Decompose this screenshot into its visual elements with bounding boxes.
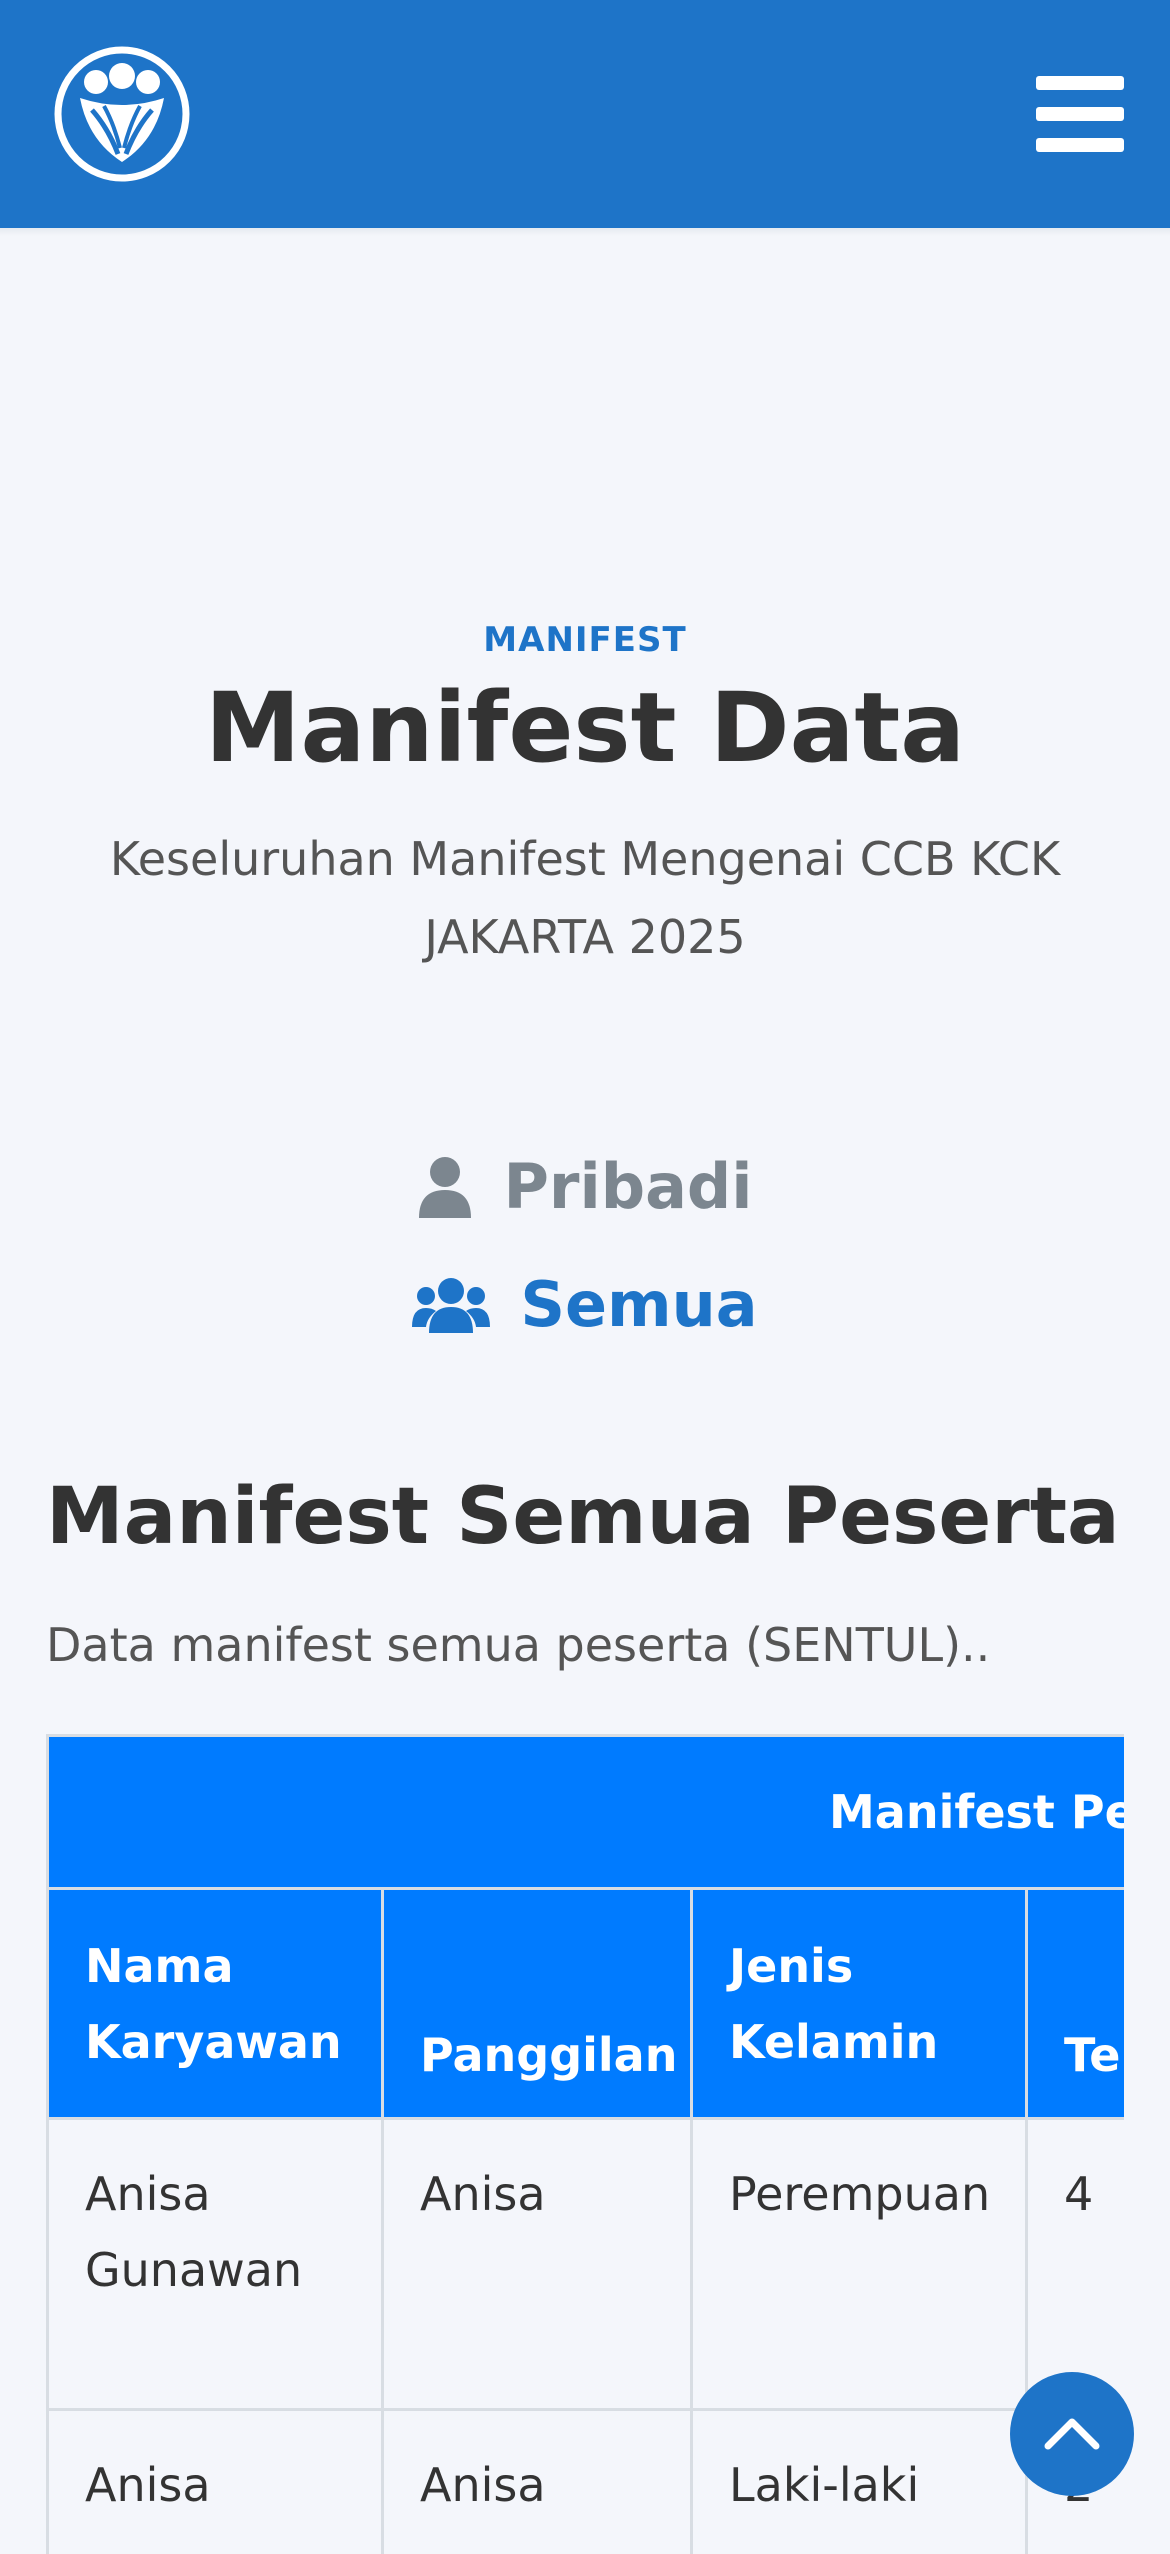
toggle-semua[interactable]: Semua — [0, 1268, 1170, 1341]
table-header-row: Nama Karyawan Panggilan Jenis Kelamin Te — [48, 1889, 1125, 2119]
table-caption: Manifest Pes — [48, 1736, 1125, 1889]
users-icon — [412, 1277, 490, 1333]
table-cell: Laki-laki — [692, 2410, 1027, 2554]
table-cell: Anisa — [383, 2410, 692, 2554]
table-row: Anisa Anisa Laki-laki 2 — [48, 2410, 1125, 2554]
column-header: Nama Karyawan — [48, 1889, 383, 2119]
manifest-table: Manifest Pes Nama Karyawan Panggilan Jen… — [46, 1734, 1124, 2554]
column-header: Te — [1027, 1889, 1125, 2119]
toggle-pribadi[interactable]: Pribadi — [0, 1150, 1170, 1223]
table-caption-row: Manifest Pes — [48, 1736, 1125, 1889]
hamburger-line — [1036, 76, 1124, 90]
table-cell: Anisa Gunawan — [48, 2119, 383, 2410]
page-subtitle: Keseluruhan Manifest Mengenai CCB KCK JA… — [100, 820, 1070, 976]
hamburger-menu-icon[interactable] — [1036, 76, 1124, 152]
column-header: Panggilan — [383, 1889, 692, 2119]
section-heading: Manifest Semua Peserta — [46, 1472, 1120, 1562]
table-row: Anisa Gunawan Anisa Perempuan 4 — [48, 2119, 1125, 2410]
column-header: Jenis Kelamin — [692, 1889, 1027, 2119]
section-description: Data manifest semua peserta (SENTUL).. — [46, 1618, 990, 1672]
hamburger-line — [1036, 138, 1124, 152]
section-label: MANIFEST — [0, 620, 1170, 660]
navbar-shadow — [0, 228, 1170, 236]
table-cell: Anisa — [383, 2119, 692, 2410]
scroll-to-top-button[interactable] — [1010, 2372, 1134, 2496]
toggle-pribadi-label: Pribadi — [503, 1150, 752, 1223]
toggle-semua-label: Semua — [520, 1268, 757, 1341]
top-navbar — [0, 0, 1170, 228]
table-cell: 4 — [1027, 2119, 1125, 2410]
page-title: Manifest Data — [0, 672, 1170, 784]
community-logo-icon[interactable] — [52, 44, 192, 184]
table-cell: Perempuan — [692, 2119, 1027, 2410]
table-cell: Anisa — [48, 2410, 383, 2554]
hamburger-line — [1036, 107, 1124, 121]
manifest-table-container[interactable]: Manifest Pes Nama Karyawan Panggilan Jen… — [46, 1734, 1124, 2554]
user-icon — [417, 1156, 473, 1218]
chevron-up-icon — [1042, 2412, 1102, 2456]
